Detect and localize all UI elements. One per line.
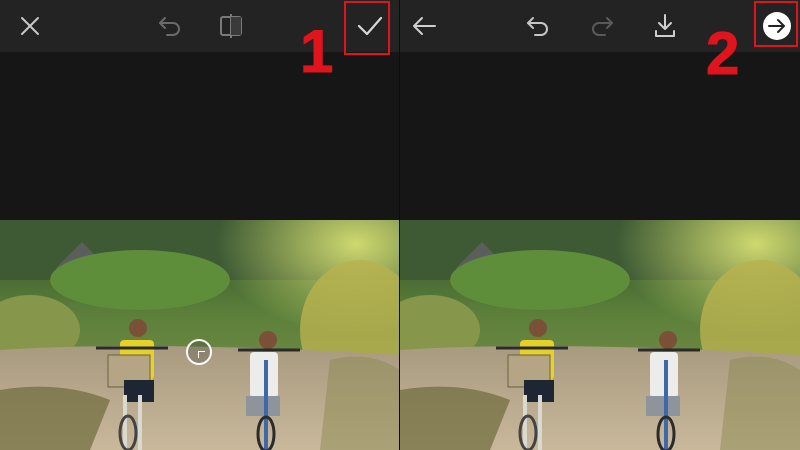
photo-preview [0, 220, 400, 450]
close-icon [21, 17, 39, 35]
step-number-1: 1 [299, 18, 334, 85]
arrow-left-icon [413, 17, 436, 35]
photo-image [0, 220, 400, 450]
compare-split-icon [220, 14, 242, 38]
editor-toolbar [400, 0, 800, 52]
undo-button[interactable] [150, 6, 190, 46]
step-number-2: 2 [705, 20, 740, 87]
undo-icon [527, 17, 548, 36]
redo-icon [592, 17, 613, 36]
editor-panel-right: 2 [400, 0, 800, 450]
photo-preview [400, 220, 800, 450]
highlight-box-apply [344, 1, 390, 55]
editor-panel-left: 1 [0, 0, 400, 450]
redo-button[interactable] [582, 6, 622, 46]
highlight-box-next [754, 1, 798, 47]
back-button[interactable] [404, 6, 444, 46]
undo-icon [159, 17, 180, 36]
undo-button[interactable] [518, 6, 558, 46]
close-button[interactable] [10, 6, 50, 46]
download-icon [655, 14, 675, 37]
download-button[interactable] [645, 6, 685, 46]
compare-button[interactable] [211, 6, 251, 46]
brush-cursor[interactable] [186, 339, 212, 365]
editor-toolbar [0, 0, 400, 52]
photo-image [400, 220, 800, 450]
